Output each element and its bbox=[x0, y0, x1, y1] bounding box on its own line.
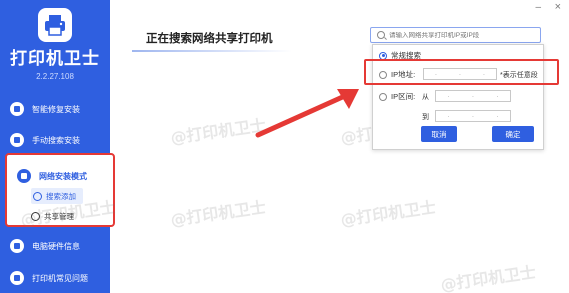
page-title: 正在搜索网络共享打印机 bbox=[146, 33, 273, 45]
sidebar-item-label: 网络安装模式 bbox=[39, 171, 87, 181]
watermark: @打印机卫士 bbox=[169, 197, 268, 230]
ip-address-highlight bbox=[364, 59, 559, 85]
help-icon bbox=[10, 271, 24, 285]
watermark: @打印机卫士 bbox=[339, 197, 438, 230]
option-ip-range[interactable]: IP区间: bbox=[379, 91, 415, 102]
sidebar-item-label: 智能修复安装 bbox=[32, 104, 80, 114]
close-button[interactable]: × bbox=[555, 1, 561, 13]
pointer-arrow-icon bbox=[255, 89, 359, 138]
watermark: @打印机卫士 bbox=[169, 115, 268, 148]
minimize-button[interactable]: – bbox=[535, 2, 541, 13]
sidebar-item-network-install[interactable]: 网络安装模式 bbox=[17, 167, 87, 185]
watermark: @打印机卫士 bbox=[439, 262, 538, 293]
app-logo bbox=[38, 8, 72, 42]
search-add-icon bbox=[33, 191, 42, 201]
sidebar-item-label: 手动搜索安装 bbox=[32, 135, 80, 145]
radio-ip-range[interactable] bbox=[379, 92, 387, 101]
sidebar-item-manual-search[interactable]: 手动搜索安装 bbox=[10, 131, 80, 149]
sidebar: 打印机卫士 2.2.27.108 智能修复安装 手动搜索安装 电脑硬件信息 打印… bbox=[0, 0, 110, 293]
network-icon bbox=[17, 169, 31, 183]
search-icon bbox=[10, 133, 24, 147]
range-to-label: 到 bbox=[422, 114, 429, 121]
sidebar-item-faq[interactable]: 打印机常见问题 bbox=[10, 269, 88, 287]
app-version: 2.2.27.108 bbox=[36, 72, 74, 81]
title-underline bbox=[132, 50, 292, 52]
wrench-icon bbox=[10, 102, 24, 116]
confirm-button[interactable]: 确定 bbox=[492, 126, 534, 142]
hardware-icon bbox=[10, 239, 24, 253]
sidebar-item-label: 打印机常见问题 bbox=[32, 273, 88, 283]
printer-logo-icon bbox=[45, 15, 65, 36]
ip-search-box[interactable] bbox=[370, 27, 541, 43]
sidebar-item-smart-repair[interactable]: 智能修复安装 bbox=[10, 100, 80, 118]
sidebar-item-label: 电脑硬件信息 bbox=[32, 241, 80, 251]
ip-search-input[interactable] bbox=[389, 31, 539, 39]
range-from-input[interactable]: ... bbox=[435, 90, 511, 102]
option-label: IP区间: bbox=[391, 92, 416, 101]
search-icon bbox=[377, 31, 385, 39]
sidebar-item-hardware-info[interactable]: 电脑硬件信息 bbox=[10, 237, 80, 255]
cancel-button[interactable]: 取消 bbox=[421, 126, 457, 142]
app-name: 打印机卫士 bbox=[10, 49, 100, 69]
range-from-label: 从 bbox=[422, 94, 429, 101]
range-to-input[interactable]: ... bbox=[435, 110, 511, 122]
